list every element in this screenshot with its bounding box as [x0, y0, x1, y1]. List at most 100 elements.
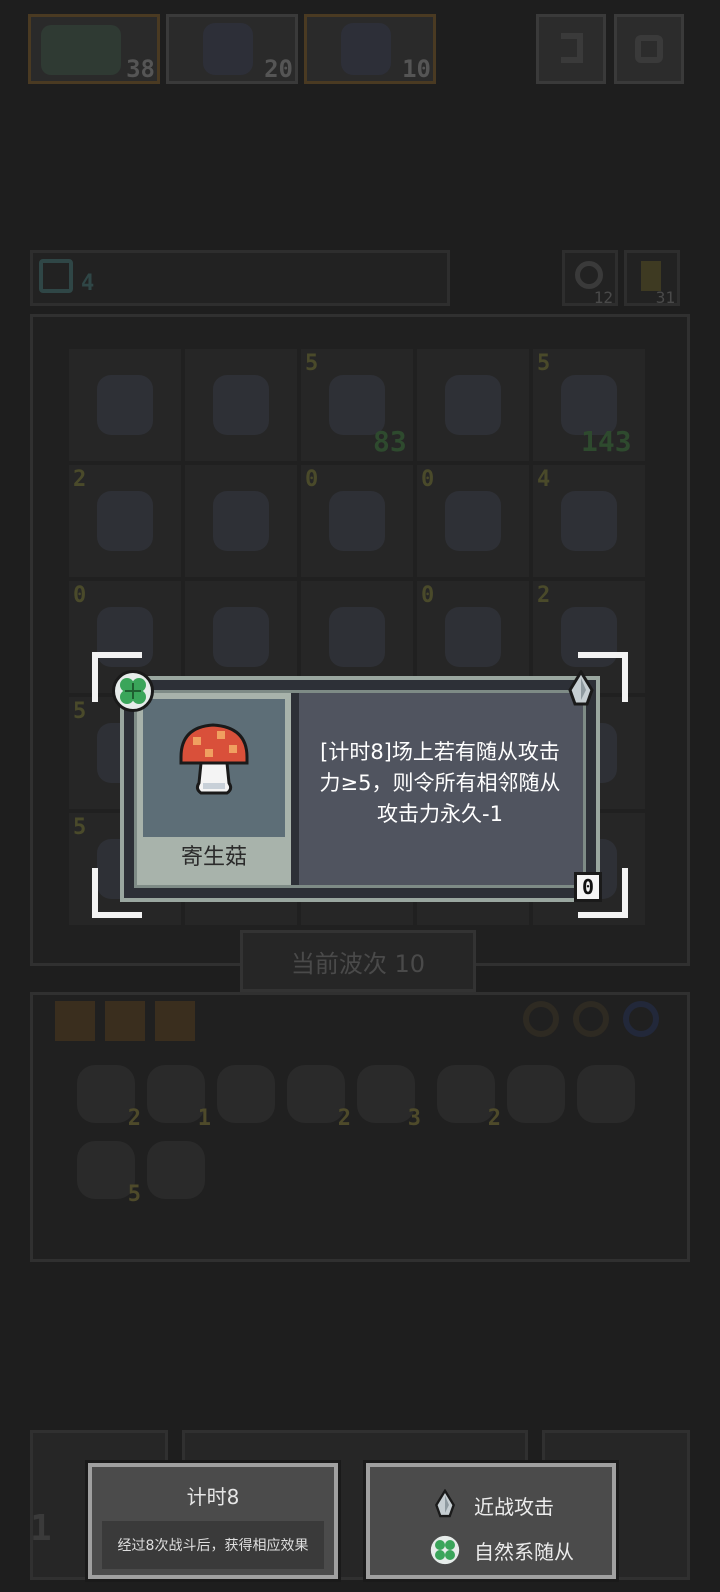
bottom-left-digit: 1: [30, 1508, 52, 1549]
minion-sprite: [445, 375, 501, 435]
minion-card: 寄生菇 [计时8]场上若有随从攻击 力≥5，则令所有相邻随从 攻击力永久-1: [120, 676, 600, 902]
inventory-tab[interactable]: [55, 1001, 95, 1041]
desc-line: [计时8]场上若有随从攻击: [320, 740, 560, 764]
timer-tooltip: 计时8 经过8次战斗后，获得相应效果: [85, 1460, 341, 1582]
minion-level: 5: [73, 699, 87, 724]
minion-level: 5: [305, 351, 319, 376]
minion-sprite: [213, 375, 269, 435]
inventory-tab[interactable]: [105, 1001, 145, 1041]
inventory-item[interactable]: 2: [287, 1065, 351, 1131]
hero-card-count: 10: [402, 55, 431, 83]
wave-indicator: 当前波次 10: [240, 930, 476, 992]
mushroom-icon: [179, 723, 249, 795]
minion-level: 5: [537, 351, 551, 376]
melee-attack-icon: [435, 1489, 455, 1518]
gem-slot-icon[interactable]: [623, 1001, 659, 1037]
timer-count: 4: [81, 271, 95, 296]
gem-slot-icon[interactable]: [523, 1001, 559, 1037]
refresh-icon: [575, 261, 603, 289]
timer-description: 经过8次战斗后，获得相应效果: [102, 1521, 324, 1569]
question-icon: [561, 33, 583, 63]
tag-tooltip: 近战攻击 自然系随从: [363, 1460, 619, 1582]
inventory-item[interactable]: [577, 1065, 635, 1123]
minion-sprite: [329, 491, 385, 551]
nature-badge: [112, 670, 154, 712]
card-divider: [291, 693, 299, 885]
minion-sprite: [445, 607, 501, 667]
clover-icon: [120, 678, 146, 704]
minion-level: 2: [537, 583, 551, 608]
inventory-item[interactable]: 1: [147, 1065, 211, 1131]
clock-icon: [39, 259, 73, 293]
hero-card-count: 38: [126, 55, 155, 83]
inventory-panel: 2 1 2 3 2 5: [30, 992, 690, 1262]
card-corner-value: 0: [574, 872, 602, 902]
inventory-item[interactable]: 2: [77, 1065, 141, 1131]
minion-sprite: [213, 607, 269, 667]
card-description: [计时8]场上若有随从攻击 力≥5，则令所有相邻随从 攻击力永久-1: [303, 737, 577, 830]
desc-line: 力≥5，则令所有相邻随从: [319, 771, 561, 795]
card-body: 寄生菇 [计时8]场上若有随从攻击 力≥5，则令所有相邻随从 攻击力永久-1: [134, 690, 586, 888]
inventory-item[interactable]: [147, 1141, 205, 1199]
hero-portrait: [203, 23, 253, 75]
inventory-item[interactable]: 5: [77, 1141, 141, 1207]
card-portrait-panel: 寄生菇: [137, 693, 291, 885]
minion-sprite: [445, 491, 501, 551]
item-count: 1: [197, 1106, 211, 1131]
hero-card-2[interactable]: 20: [166, 14, 298, 84]
melee-attack-icon: [568, 669, 594, 706]
hero-card-1[interactable]: 38: [28, 14, 160, 84]
inventory-tab[interactable]: [155, 1001, 195, 1041]
card-name: 寄生菇: [180, 845, 247, 870]
settings-button[interactable]: [614, 14, 684, 84]
board-cell[interactable]: [185, 349, 297, 461]
minion-sprite: [97, 375, 153, 435]
inventory-item[interactable]: 2: [437, 1065, 501, 1131]
minion-sprite: [97, 491, 153, 551]
board-cell[interactable]: 0: [301, 465, 413, 577]
board-cell[interactable]: [69, 349, 181, 461]
melee-badge: [562, 669, 600, 710]
item-count: 2: [127, 1106, 141, 1131]
nature-minion-icon: [430, 1535, 460, 1565]
item-count: 3: [407, 1106, 421, 1131]
minion-level: 0: [421, 467, 435, 492]
inventory-item[interactable]: [507, 1065, 565, 1123]
gear-icon: [635, 35, 663, 63]
minion-level: 4: [537, 467, 551, 492]
item-count: 5: [127, 1182, 141, 1207]
minion-sprite: [561, 491, 617, 551]
board-cell[interactable]: [417, 349, 529, 461]
upgrade-button[interactable]: 31: [624, 250, 680, 307]
hero-portrait: [341, 23, 391, 75]
board-cell[interactable]: 0: [417, 465, 529, 577]
upgrade-count: 31: [655, 288, 675, 307]
tag-label: 近战攻击: [474, 1494, 554, 1519]
minion-level: 0: [73, 583, 87, 608]
timer-bar: 4: [30, 250, 450, 306]
minion-sprite: [213, 491, 269, 551]
minion-level: 0: [421, 583, 435, 608]
help-button[interactable]: [536, 14, 606, 84]
tag-nature: 自然系随从: [430, 1535, 574, 1565]
tag-label: 自然系随从: [474, 1539, 574, 1564]
refresh-button[interactable]: 12: [562, 250, 618, 307]
level-icon: [641, 261, 661, 291]
hero-card-count: 20: [264, 55, 293, 83]
board-cell[interactable]: 2: [69, 465, 181, 577]
desc-line: 攻击力永久-1: [377, 802, 503, 826]
card-art: [143, 699, 285, 837]
gem-slot-icon[interactable]: [573, 1001, 609, 1037]
hero-card-3[interactable]: 10: [304, 14, 436, 84]
minion-stat: 83: [373, 425, 407, 458]
inventory-item[interactable]: 3: [357, 1065, 421, 1131]
timer-title: 计时8: [186, 1485, 240, 1509]
board-cell[interactable]: 4: [533, 465, 645, 577]
inventory-item[interactable]: [217, 1065, 275, 1123]
minion-stat: 143: [581, 425, 632, 458]
hero-portrait: [41, 25, 121, 75]
item-count: 2: [487, 1106, 501, 1131]
minion-level: 0: [305, 467, 319, 492]
minion-level: 2: [73, 467, 87, 492]
board-cell[interactable]: [185, 465, 297, 577]
